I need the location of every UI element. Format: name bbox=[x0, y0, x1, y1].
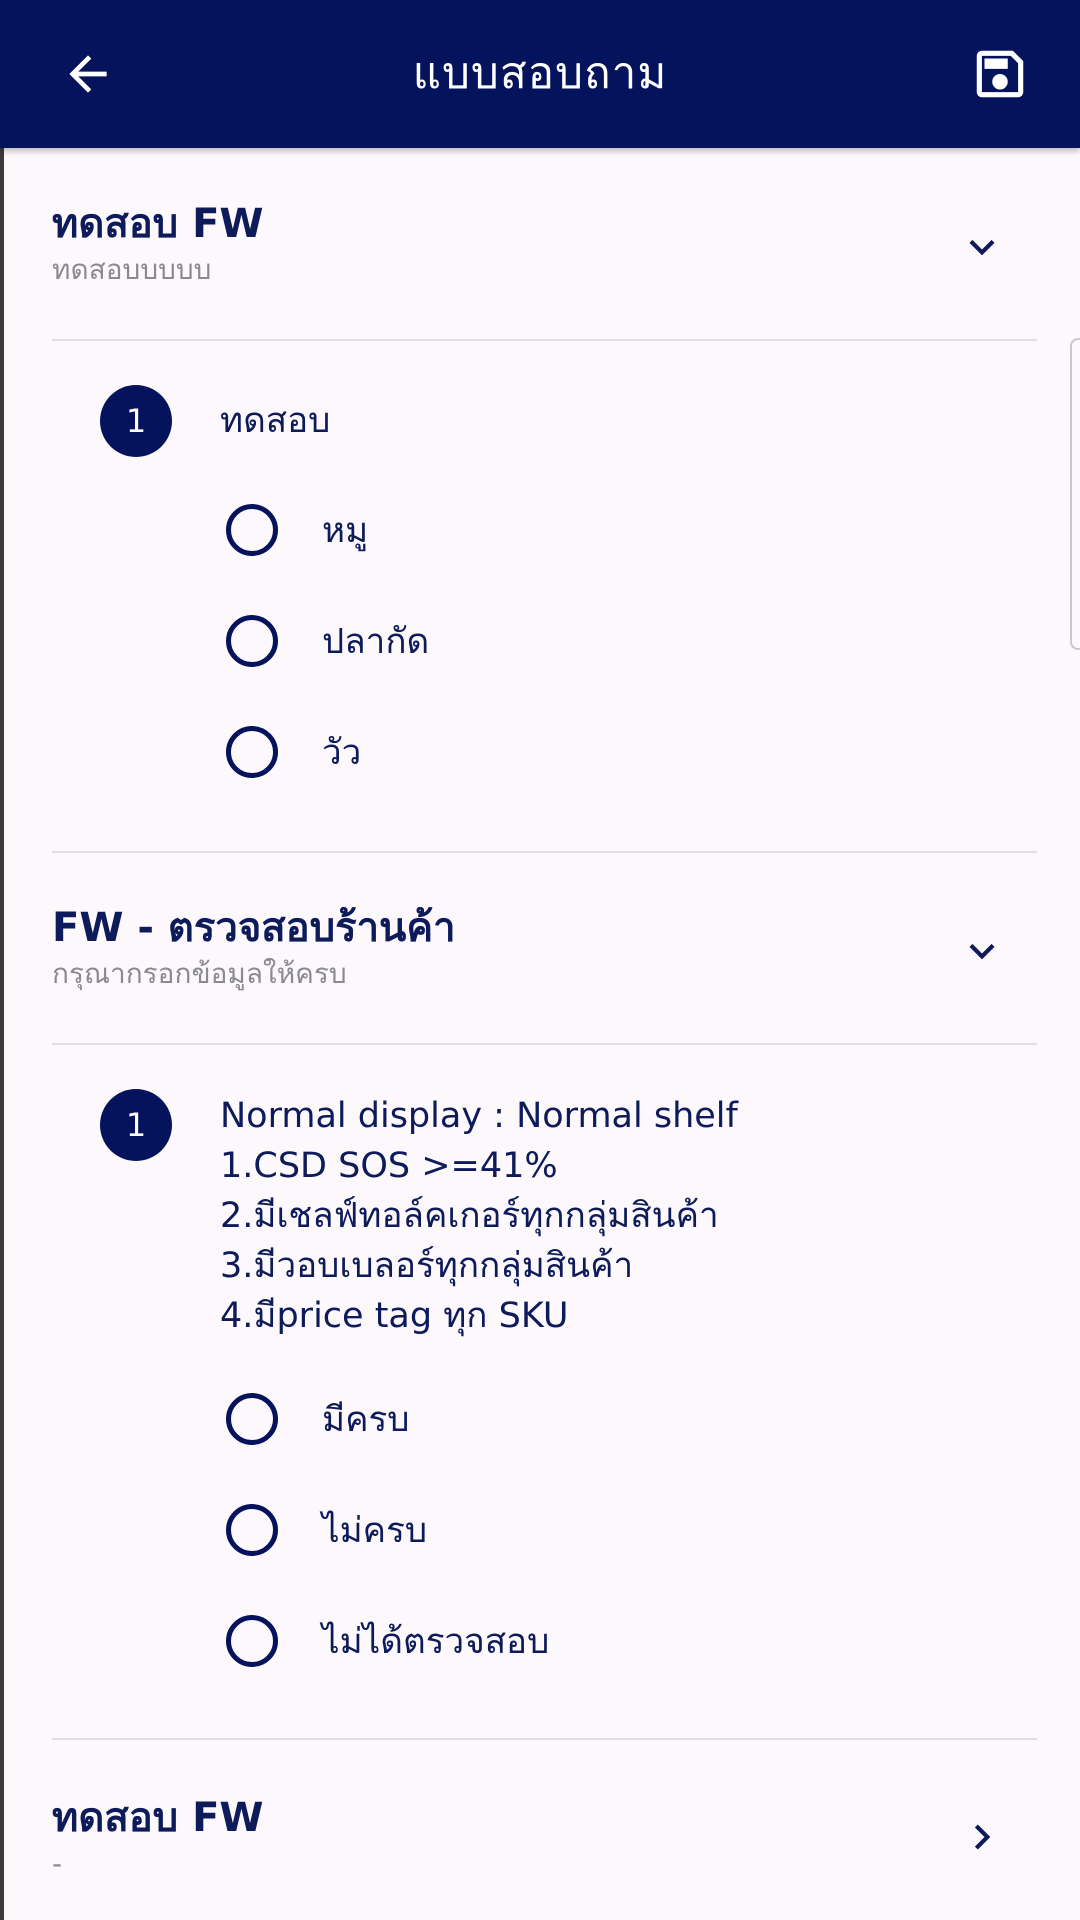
page-title: แบบสอบถาม bbox=[412, 48, 668, 99]
radio-button[interactable] bbox=[226, 504, 278, 556]
app-bar: แบบสอบถาม bbox=[0, 0, 1080, 148]
section-header-test-fw-collapsed[interactable]: ทดสอบ FW - bbox=[52, 1792, 1037, 1892]
option-incomplete[interactable]: ไม่ครบ bbox=[226, 1498, 926, 1562]
question-line: Normal display : Normal shelf bbox=[220, 1096, 738, 1136]
scroll-indicator[interactable] bbox=[1070, 338, 1080, 650]
divider bbox=[52, 1738, 1037, 1740]
section-title: FW - ตรวจสอบร้านค้า bbox=[52, 905, 456, 951]
option-label: ไม่ได้ตรวจสอบ bbox=[322, 1621, 550, 1662]
window-edge bbox=[0, 148, 4, 1920]
section-subtitle: กรุณากรอกข้อมูลให้ครบ bbox=[52, 957, 347, 990]
chevron-right-icon[interactable] bbox=[957, 1812, 1007, 1862]
chevron-down-icon[interactable] bbox=[957, 222, 1007, 272]
question-line: 4.มีprice tag ทุก SKU bbox=[220, 1296, 569, 1336]
option-pork[interactable]: หมู bbox=[226, 498, 926, 562]
option-label: วัว bbox=[322, 732, 362, 773]
question-line: 1.CSD SOS >=41% bbox=[220, 1146, 558, 1186]
option-label: ไม่ครบ bbox=[322, 1510, 428, 1551]
chevron-down-icon[interactable] bbox=[957, 926, 1007, 976]
section-header-test-fw[interactable]: ทดสอบ FW ทดสอบบบบบ bbox=[52, 198, 1037, 298]
option-not-checked[interactable]: ไม่ได้ตรวจสอบ bbox=[226, 1609, 926, 1673]
floppy-disk-icon bbox=[976, 50, 1024, 98]
save-button[interactable] bbox=[960, 34, 1040, 114]
option-label: หมู bbox=[322, 510, 369, 551]
radio-button[interactable] bbox=[226, 1504, 278, 1556]
question-line: 3.มีวอบเบลอร์ทุกกลุ่มสินค้า bbox=[220, 1246, 634, 1286]
section-subtitle: - bbox=[52, 1847, 63, 1880]
radio-button[interactable] bbox=[226, 1615, 278, 1667]
divider bbox=[52, 851, 1037, 853]
option-label: ปลากัด bbox=[322, 621, 430, 662]
radio-button[interactable] bbox=[226, 726, 278, 778]
question-line: ทดสอบ bbox=[220, 401, 331, 441]
radio-button[interactable] bbox=[226, 1393, 278, 1445]
arrow-left-icon bbox=[69, 55, 107, 93]
question-number-badge: 1 bbox=[100, 385, 172, 457]
divider bbox=[52, 1043, 1037, 1045]
option-betta-fish[interactable]: ปลากัด bbox=[226, 609, 926, 673]
question-text: Normal display : Normal shelf 1.CSD SOS … bbox=[220, 1091, 1020, 1341]
option-complete[interactable]: มีครบ bbox=[226, 1387, 926, 1451]
questionnaire-screen: แบบสอบถาม ทดสอบ FW ทดสอบบบบบ 1 ทดสอบ หมู… bbox=[0, 0, 1080, 1920]
option-label: มีครบ bbox=[322, 1399, 410, 1440]
question-text: ทดสอบ bbox=[220, 396, 1020, 446]
section-title: ทดสอบ FW bbox=[52, 201, 264, 247]
question-line: 2.มีเชลฟ์ทอล์คเกอร์ทุกกลุ่มสินค้า bbox=[220, 1196, 719, 1236]
divider bbox=[52, 339, 1037, 341]
section-title: ทดสอบ FW bbox=[52, 1795, 264, 1841]
radio-button[interactable] bbox=[226, 615, 278, 667]
question-number-badge: 1 bbox=[100, 1089, 172, 1161]
section-header-store-check[interactable]: FW - ตรวจสอบร้านค้า กรุณากรอกข้อมูลให้คร… bbox=[52, 902, 1037, 1002]
option-cow[interactable]: วัว bbox=[226, 720, 926, 784]
section-subtitle: ทดสอบบบบบ bbox=[52, 253, 212, 286]
back-button[interactable] bbox=[48, 34, 128, 114]
